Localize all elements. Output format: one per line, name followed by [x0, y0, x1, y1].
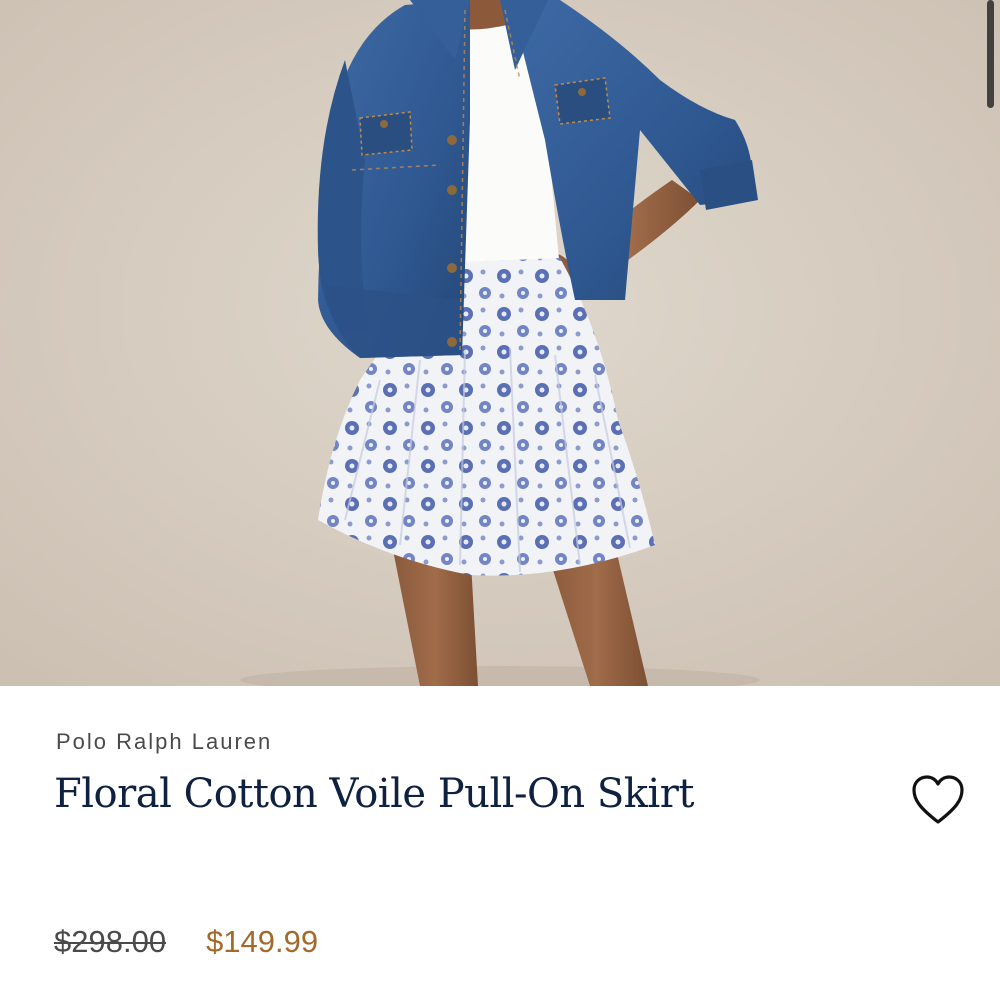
brand-name[interactable]: Polo Ralph Lauren [56, 729, 272, 755]
heart-outline-icon [912, 775, 964, 824]
product-title: Floral Cotton Voile Pull-On Skirt [54, 771, 694, 817]
wishlist-button[interactable] [908, 772, 968, 828]
scroll-indicator[interactable] [987, 0, 994, 108]
product-detail-page: Polo Ralph Lauren Floral Cotton Voile Pu… [0, 0, 1000, 1000]
product-photo [0, 0, 1000, 686]
price-row: $298.00 $149.99 [54, 920, 318, 964]
original-price: $298.00 [54, 924, 167, 959]
product-image[interactable] [0, 0, 1000, 686]
sale-price: $149.99 [206, 924, 319, 959]
